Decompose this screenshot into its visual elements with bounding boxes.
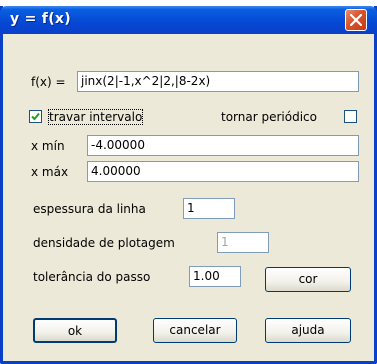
periodic-label: tornar periódico xyxy=(221,110,317,124)
check-icon xyxy=(31,112,40,121)
window-title: y = f(x) xyxy=(10,11,71,27)
line-width-label: espessura da linha xyxy=(33,202,146,216)
line-width-input[interactable]: 1 xyxy=(183,198,235,219)
plot-density-label: densidade de plotagem xyxy=(33,236,175,250)
lock-interval-label[interactable]: travar intervalo xyxy=(47,109,144,125)
function-label: f(x) = xyxy=(31,75,66,89)
color-button[interactable]: cor xyxy=(265,267,351,292)
step-tolerance-input[interactable]: 1.00 xyxy=(189,266,241,287)
help-button[interactable]: ajuda xyxy=(265,318,351,343)
step-tolerance-label: tolerância do passo xyxy=(33,270,151,284)
function-input[interactable]: jinx(2|-1,x^2|2,|8-2x) xyxy=(77,71,359,92)
dialog-window: y = f(x) f(x) = jinx(2|-1,x^2|2,|8-2x) t… xyxy=(0,6,377,364)
xmax-input[interactable]: 4.00000 xyxy=(87,161,359,182)
periodic-checkbox[interactable] xyxy=(344,110,357,123)
xmin-input[interactable]: -4.00000 xyxy=(87,135,359,156)
close-button[interactable] xyxy=(345,9,367,31)
xmax-label: x máx xyxy=(31,165,69,179)
ok-button[interactable]: ok xyxy=(33,318,117,343)
title-bar[interactable]: y = f(x) xyxy=(0,6,377,34)
lock-interval-checkbox[interactable] xyxy=(29,110,42,123)
plot-density-input: 1 xyxy=(217,232,269,253)
xmin-label: x mín xyxy=(31,139,65,153)
cancel-button[interactable]: cancelar xyxy=(153,318,237,343)
close-icon xyxy=(350,14,362,26)
